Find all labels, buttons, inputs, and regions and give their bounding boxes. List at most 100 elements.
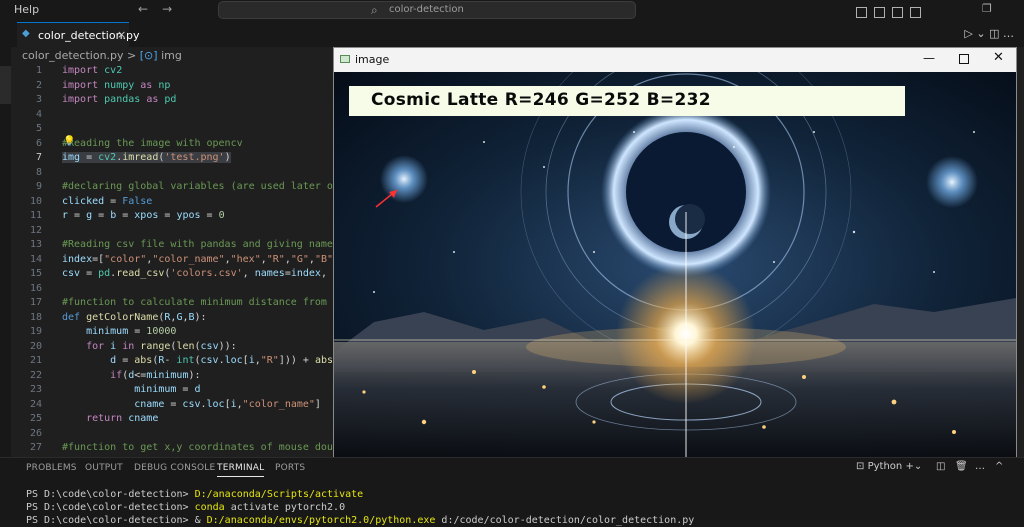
- restore-window-icon[interactable]: ❐: [982, 2, 992, 15]
- minimize-icon[interactable]: —: [923, 51, 935, 65]
- cosmic-scene-image[interactable]: [334, 72, 1016, 459]
- code-line[interactable]: 27 #function to get x,y coordinates of mo…: [11, 441, 334, 456]
- back-arrow-icon[interactable]: ←: [138, 2, 162, 16]
- code-line[interactable]: 18 def getColorName(R,G,B):: [11, 311, 334, 326]
- tab-output[interactable]: OUTPUT: [85, 463, 123, 473]
- code-line[interactable]: 21 d = abs(R- int(csv.loc[i,"R"])) + abs…: [11, 354, 334, 369]
- code-line[interactable]: 13 #Reading csv file with pandas and givi…: [11, 238, 334, 253]
- detected-color-label: Cosmic Latte R=246 G=252 B=232: [371, 90, 711, 110]
- code-text: index=["color","color_name","hex","R","G…: [62, 253, 334, 265]
- code-line[interactable]: 11 r = g = b = xpos = ypos = 0: [11, 209, 334, 224]
- python-file-icon: ◆: [22, 28, 30, 39]
- activity-bar: [0, 22, 11, 462]
- code-line[interactable]: 8: [11, 166, 334, 181]
- code-line[interactable]: 23 minimum = d: [11, 383, 334, 398]
- code-line[interactable]: 4: [11, 108, 334, 123]
- terminal-args: d:/code/color-detection/color_detection.…: [435, 515, 695, 526]
- layout-controls: [856, 3, 928, 22]
- command-center[interactable]: ⌕ color-detection: [218, 1, 636, 19]
- nav-arrows: ←→: [138, 2, 186, 16]
- toggle-secondary-sidebar-icon[interactable]: [892, 7, 903, 18]
- code-text: if(d<=minimum):: [62, 369, 201, 381]
- code-line[interactable]: 25 return cname: [11, 412, 334, 427]
- maximize-panel-icon[interactable]: ^: [995, 461, 1003, 472]
- line-number: 13: [29, 239, 42, 250]
- code-line[interactable]: 10 clicked = False: [11, 195, 334, 210]
- tab-color-detection-py[interactable]: ◆ color_detection.py ×: [17, 22, 140, 47]
- opencv-image-window[interactable]: image — ✕ Cosmic Latte R=246 G=252 B=232: [333, 47, 1017, 460]
- tab-debug-console[interactable]: DEBUG CONSOLE: [134, 463, 215, 473]
- terminal-prompt: PS D:\code\color-detection>: [26, 502, 195, 513]
- chevron-down-icon[interactable]: ⌄: [914, 461, 922, 472]
- code-line[interactable]: 22 if(d<=minimum):: [11, 369, 334, 384]
- code-text: #function to get x,y coordinates of mous…: [62, 442, 334, 453]
- terminal-prompt: PS D:\code\color-detection>: [26, 489, 195, 500]
- trash-icon[interactable]: 🗑: [955, 461, 968, 472]
- close-window-icon[interactable]: ✕: [993, 50, 1004, 65]
- add-icon[interactable]: +: [905, 461, 913, 472]
- terminal-line[interactable]: PS D:\code\color-detection> & D:/anacond…: [26, 515, 694, 526]
- breadcrumb-file[interactable]: color_detection.py: [22, 49, 124, 62]
- code-line[interactable]: 7 img = cv2.imread('test.png'): [11, 151, 334, 166]
- terminal-prompt: PS D:\code\color-detection> &: [26, 515, 207, 526]
- code-line[interactable]: 5: [11, 122, 334, 137]
- code-line[interactable]: 12: [11, 224, 334, 239]
- title-bar: Help ←→ ⌕ color-detection ❐: [0, 0, 1024, 22]
- code-line[interactable]: 14 index=["color","color_name","hex","R",…: [11, 253, 334, 268]
- code-line[interactable]: 9 #declaring global variables (are used l…: [11, 180, 334, 195]
- toggle-panel-icon[interactable]: [874, 7, 885, 18]
- line-number: 14: [29, 253, 42, 265]
- code-text: cname = csv.loc[i,"color_name"]: [62, 398, 321, 410]
- activity-bar-active-item[interactable]: [0, 66, 11, 104]
- editor-tab-bar: ◆ color_detection.py × ▷ ⌄ ◫ …: [11, 22, 1024, 47]
- more-actions-icon[interactable]: …: [975, 461, 985, 472]
- code-text: import cv2: [62, 65, 123, 76]
- search-icon: ⌕: [371, 3, 378, 17]
- terminal-line[interactable]: PS D:\code\color-detection> conda activa…: [26, 502, 345, 513]
- image-window-titlebar[interactable]: image — ✕: [334, 48, 1016, 72]
- bottom-panel: PROBLEMS OUTPUT DEBUG CONSOLE TERMINAL P…: [0, 457, 1024, 527]
- terminal-command: D:/anaconda/envs/pytorch2.0/python.exe: [206, 515, 436, 526]
- maximize-icon[interactable]: [959, 54, 969, 64]
- lightbulb-icon[interactable]: 💡: [63, 136, 75, 147]
- line-number: 3: [35, 94, 42, 105]
- split-editor-icon[interactable]: ◫: [989, 27, 999, 40]
- tab-terminal[interactable]: TERMINAL: [217, 463, 265, 477]
- breadcrumb-symbol[interactable]: img: [161, 49, 182, 62]
- toggle-primary-sidebar-icon[interactable]: [856, 7, 867, 18]
- code-line[interactable]: 15 csv = pd.read_csv('colors.csv', names=…: [11, 267, 334, 282]
- terminal-line[interactable]: PS D:\code\color-detection> D:/anaconda/…: [26, 489, 363, 500]
- code-line[interactable]: 16: [11, 282, 334, 297]
- image-canvas[interactable]: Cosmic Latte R=246 G=252 B=232: [334, 72, 1016, 459]
- tab-ports[interactable]: PORTS: [275, 463, 305, 473]
- run-icon[interactable]: ▷: [964, 27, 972, 40]
- code-line[interactable]: 26: [11, 427, 334, 442]
- code-text: minimum = 10000: [62, 326, 177, 337]
- line-number: 20: [29, 340, 42, 352]
- forward-arrow-icon[interactable]: →: [162, 2, 186, 16]
- code-line[interactable]: 3 import pandas as pd: [11, 93, 334, 108]
- split-terminal-icon[interactable]: ◫: [936, 461, 945, 472]
- customize-layout-icon[interactable]: [910, 7, 921, 18]
- chevron-down-icon[interactable]: ⌄: [976, 27, 985, 40]
- code-text: #declaring global variables (are used la…: [62, 181, 334, 192]
- code-line[interactable]: 24 cname = csv.loc[i,"color_name"]: [11, 398, 334, 413]
- code-line[interactable]: 6 #Reading the image with opencv 💡: [11, 136, 334, 152]
- terminal-shell-selector[interactable]: ⊡ Python +⌄: [856, 461, 922, 472]
- code-line[interactable]: 2 import numpy as np: [11, 79, 334, 94]
- code-line[interactable]: 1 import cv2: [11, 64, 334, 79]
- tab-problems[interactable]: PROBLEMS: [26, 463, 77, 473]
- run-controls: ▷ ⌄ ◫ …: [964, 27, 1014, 40]
- detected-color-banner: Cosmic Latte R=246 G=252 B=232: [349, 86, 905, 116]
- line-number: 16: [29, 282, 42, 294]
- code-line[interactable]: 17 #function to calculate minimum distanc…: [11, 296, 334, 311]
- line-number: 18: [29, 311, 42, 323]
- code-editor[interactable]: 1 import cv2 2 import numpy as np 3 import pa…: [11, 64, 334, 457]
- code-line[interactable]: 19 minimum = 10000: [11, 325, 334, 340]
- close-icon[interactable]: ×: [117, 28, 126, 41]
- code-line[interactable]: 20 for i in range(len(csv)):: [11, 340, 334, 355]
- more-actions-icon[interactable]: …: [1003, 27, 1014, 40]
- code-text: clicked = False: [62, 195, 153, 207]
- menu-help[interactable]: Help: [14, 3, 39, 16]
- code-text: minimum = d: [62, 384, 201, 395]
